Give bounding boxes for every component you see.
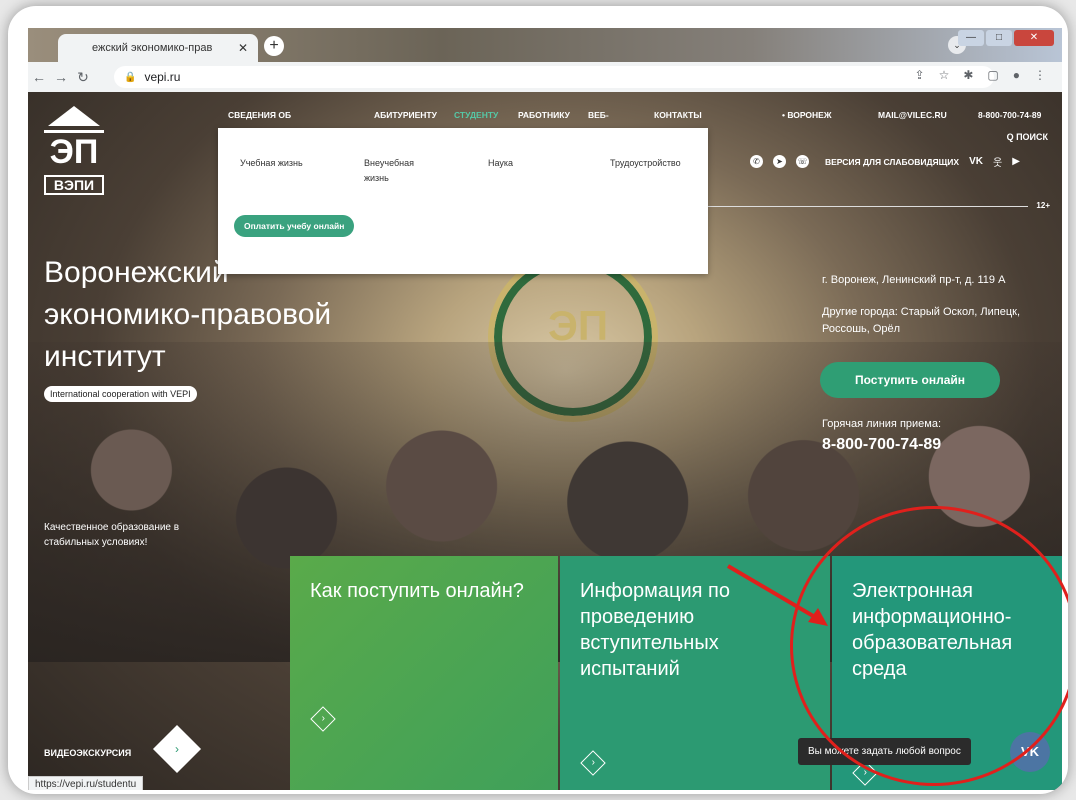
- status-bar-url: https://vepi.ru/studentu: [28, 776, 144, 790]
- nav-item-applicant[interactable]: АБИТУРИЕНТУ: [374, 110, 437, 120]
- pay-online-button[interactable]: Оплатить учебу онлайн: [234, 215, 355, 237]
- hotline-number[interactable]: 8-800-700-74-89: [822, 436, 941, 454]
- viber-icon[interactable]: ☏: [796, 155, 809, 168]
- forward-icon[interactable]: →: [50, 69, 72, 85]
- minimize-button[interactable]: —: [958, 30, 984, 46]
- close-window-button[interactable]: ✕: [1014, 30, 1054, 46]
- tab-title: ежский экономико-прав: [92, 42, 213, 54]
- browser-tab[interactable]: ежский экономико-прав ✕: [58, 34, 258, 62]
- hotline-label: Горячая линия приема:: [822, 418, 942, 430]
- whatsapp-icon[interactable]: ✆: [750, 155, 763, 168]
- site-logo[interactable]: ЭП ВЭПИ: [44, 106, 104, 206]
- chevron-right-icon: ›: [175, 742, 179, 756]
- address-bar[interactable]: 🔒 vepi.ru: [114, 66, 994, 88]
- menu-icon[interactable]: ⋮: [1034, 68, 1046, 82]
- video-tour-button[interactable]: ›: [152, 724, 202, 774]
- quality-slogan: Качественное образование в стабильных ус…: [44, 522, 180, 548]
- arrow-right-icon: ›: [580, 750, 606, 776]
- other-cities-link[interactable]: Другие города: Старый Оскол, Липецк, Рос…: [822, 304, 1052, 338]
- extensions-icon[interactable]: ✱: [963, 68, 973, 82]
- social-icons: ✆ ➤ ☏ ВЕРСИЯ ДЛЯ СЛАБОВИДЯЩИХ VK 웃 ▶: [750, 154, 1020, 169]
- phone-link[interactable]: 8-800-700-74-89: [978, 110, 1041, 120]
- bookmark-star-icon[interactable]: ☆: [939, 68, 950, 82]
- dropdown-item-employment[interactable]: Трудоустройство: [610, 156, 681, 171]
- share-icon[interactable]: ⇪: [915, 68, 925, 82]
- nav-item-about[interactable]: СВЕДЕНИЯ ОБ: [228, 110, 291, 120]
- nav-item-web[interactable]: ВЕБ-: [588, 110, 609, 120]
- new-tab-button[interactable]: +: [264, 36, 284, 56]
- email-link[interactable]: MAIL@VILEC.RU: [878, 110, 947, 120]
- address-text: г. Воронеж, Ленинский пр-т, д. 119 А: [822, 274, 1006, 286]
- annotation-circle: [790, 506, 1068, 786]
- reload-icon[interactable]: ↻: [72, 69, 94, 86]
- vk-icon[interactable]: VK: [969, 156, 983, 167]
- logo-roof-icon: [48, 106, 100, 126]
- student-dropdown-menu: Учебная жизнь Внеучебная жизнь Наука Тру…: [218, 128, 708, 274]
- lock-icon: 🔒: [124, 71, 137, 83]
- screenshot-frame: ежский экономико-прав ✕ + ⌄ — □ ✕ ← → ↻ …: [8, 6, 1068, 794]
- dropdown-item-extracurricular[interactable]: Внеучебная жизнь: [364, 156, 434, 186]
- window-controls: — □ ✕: [958, 30, 1054, 46]
- logo-mark: ЭП: [44, 130, 104, 171]
- dropdown-item-study-life[interactable]: Учебная жизнь: [240, 156, 303, 171]
- dropdown-item-science[interactable]: Наука: [488, 156, 513, 171]
- apply-online-button[interactable]: Поступить онлайн: [820, 362, 1000, 398]
- arrow-right-icon: ›: [310, 706, 336, 732]
- accessibility-link[interactable]: ВЕРСИЯ ДЛЯ СЛАБОВИДЯЩИХ: [825, 157, 959, 167]
- divider: [688, 206, 1028, 207]
- city-selector[interactable]: • ВОРОНЕЖ: [782, 110, 832, 120]
- logo-text: ВЭПИ: [44, 175, 104, 195]
- search-link[interactable]: Q ПОИСК: [1007, 132, 1048, 142]
- youtube-icon[interactable]: ▶: [1012, 156, 1020, 167]
- video-tour-label: ВИДЕОЭКСКУРСИЯ: [44, 748, 132, 758]
- nav-item-student[interactable]: СТУДЕНТУ: [454, 110, 498, 120]
- telegram-icon[interactable]: ➤: [773, 155, 786, 168]
- nav-item-employee[interactable]: РАБОТНИКУ: [518, 110, 570, 120]
- international-badge[interactable]: International cooperation with VEPI: [44, 386, 197, 402]
- nav-item-contacts[interactable]: КОНТАКТЫ: [654, 110, 702, 120]
- age-rating: 12+: [1036, 201, 1050, 210]
- card-title: Как поступить онлайн?: [310, 580, 524, 602]
- toolbar-icons: ⇪ ☆ ✱ ▢ ● ⋮: [915, 68, 1046, 82]
- profile-icon[interactable]: ●: [1013, 68, 1020, 82]
- tab-strip: ежский экономико-прав ✕ + ⌄ — □ ✕: [28, 28, 1062, 62]
- maximize-button[interactable]: □: [986, 30, 1012, 46]
- ok-icon[interactable]: 웃: [993, 154, 1002, 169]
- side-panel-icon[interactable]: ▢: [987, 68, 998, 82]
- url-text: vepi.ru: [144, 70, 181, 84]
- browser-toolbar: ← → ↻ 🔒 vepi.ru ⇪ ☆ ✱ ▢ ● ⋮: [28, 62, 1062, 92]
- card-how-to-apply[interactable]: Как поступить онлайн? ›: [290, 556, 558, 790]
- back-icon[interactable]: ←: [28, 69, 50, 85]
- tab-close-icon[interactable]: ✕: [238, 41, 248, 55]
